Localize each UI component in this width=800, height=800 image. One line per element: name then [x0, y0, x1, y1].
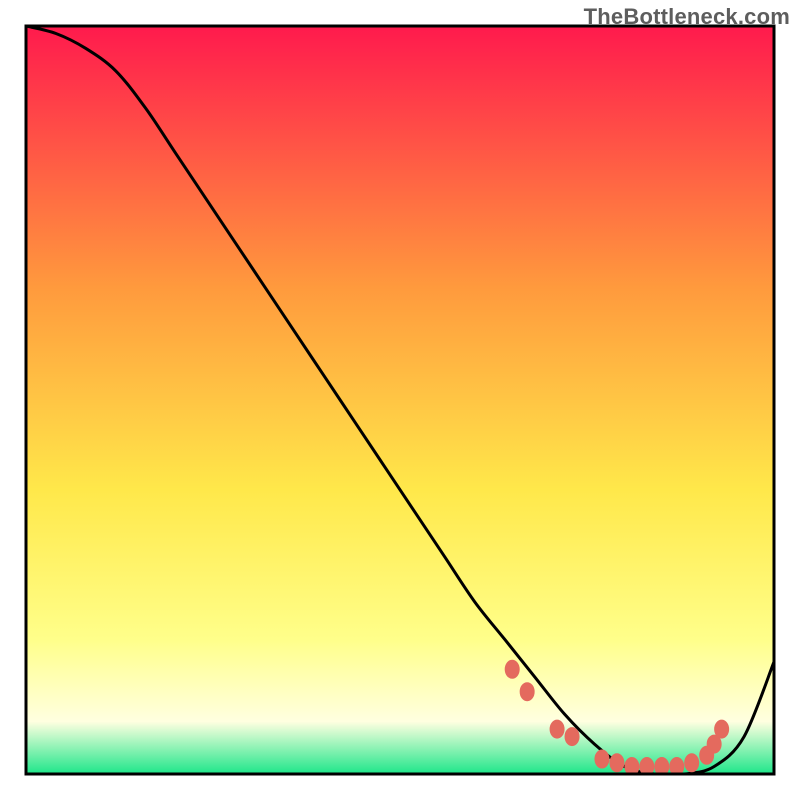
curve-marker [595, 750, 609, 768]
curve-marker [505, 660, 519, 678]
watermark-text: TheBottleneck.com [584, 4, 790, 30]
curve-marker [565, 728, 579, 746]
curve-marker [520, 683, 534, 701]
curve-marker [715, 720, 729, 738]
bottleneck-chart [0, 0, 800, 800]
chart-stage: TheBottleneck.com [0, 0, 800, 800]
curve-marker [610, 754, 624, 772]
curve-marker [685, 754, 699, 772]
curve-marker [550, 720, 564, 738]
gradient-background [26, 26, 774, 774]
